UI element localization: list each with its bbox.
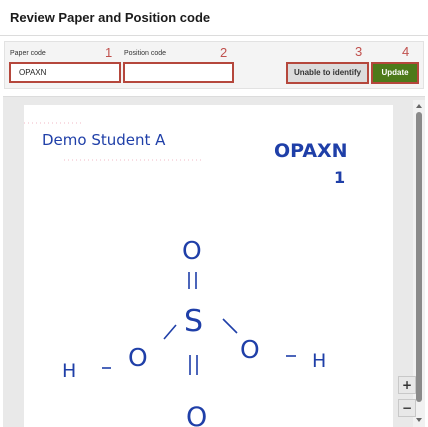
page-header: Review Paper and Position code bbox=[0, 0, 428, 36]
molecule-sulfur: S bbox=[184, 304, 203, 339]
position-code-label: Position code bbox=[124, 50, 167, 57]
molecule-right-oxygen: O bbox=[240, 335, 260, 364]
paper-code-input[interactable]: OPAXN bbox=[9, 62, 121, 83]
update-button[interactable]: Update bbox=[371, 62, 419, 84]
scanned-paper: Demo Student A OPAXN 1 O S O O H H O bbox=[24, 105, 393, 427]
zoom-out-button[interactable]: − bbox=[398, 399, 416, 417]
scan-drawing: Demo Student A OPAXN 1 O S O O H H O bbox=[24, 122, 348, 427]
molecule-left-oxygen: O bbox=[128, 343, 148, 372]
scrollbar-thumb[interactable] bbox=[416, 112, 422, 402]
callout-3: 3 bbox=[355, 44, 363, 59]
paper-code-handwriting: OPAXN bbox=[274, 140, 348, 162]
callout-4: 4 bbox=[402, 44, 410, 59]
molecule-left-hydrogen: H bbox=[62, 360, 76, 382]
chevron-down-icon[interactable] bbox=[415, 416, 423, 424]
scan-viewer[interactable]: Demo Student A OPAXN 1 O S O O H H O bbox=[3, 96, 425, 427]
position-code-input[interactable] bbox=[123, 62, 234, 83]
paper-code-label: Paper code bbox=[10, 50, 46, 57]
student-name-handwriting: Demo Student A bbox=[42, 131, 166, 149]
molecule-top-oxygen: O bbox=[182, 236, 202, 265]
page-title: Review Paper and Position code bbox=[10, 10, 211, 25]
molecule-right-hydrogen: H bbox=[312, 350, 326, 372]
molecule-bottom-oxygen: O bbox=[186, 402, 207, 427]
chevron-up-icon[interactable] bbox=[415, 102, 423, 110]
bond-line bbox=[163, 324, 177, 340]
bond-line bbox=[222, 318, 238, 334]
position-handwriting: 1 bbox=[334, 168, 345, 187]
zoom-in-button[interactable]: + bbox=[398, 376, 416, 394]
unable-to-identify-button[interactable]: Unable to identify bbox=[286, 62, 369, 84]
callout-1: 1 bbox=[105, 45, 113, 60]
callout-2: 2 bbox=[220, 45, 228, 60]
